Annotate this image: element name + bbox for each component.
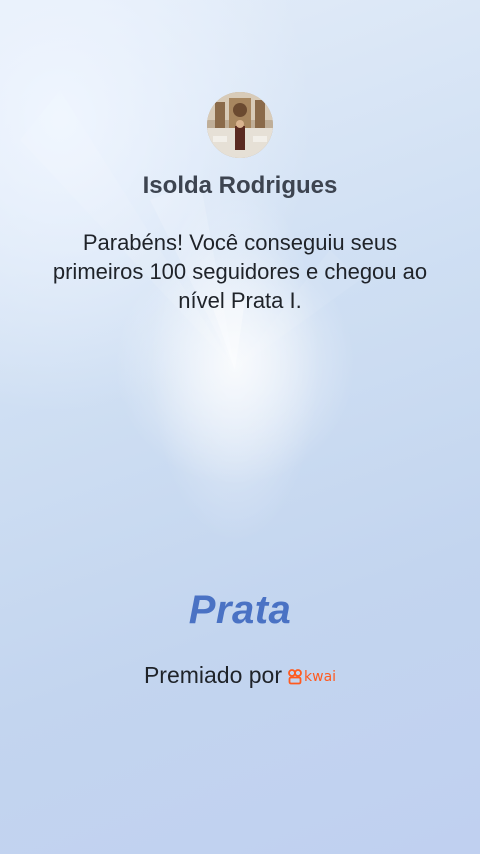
avatar[interactable]	[207, 92, 273, 158]
achievement-message: Parabéns! Você conseguiu seus primeiros …	[52, 230, 428, 313]
kwai-brand-name: kwai	[304, 668, 337, 685]
awarded-by-label: Premiado por	[143, 662, 283, 688]
awarded-by: Premiado por kwai	[0, 662, 480, 689]
achievement-screen: Isolda Rodrigues Parabéns! Você consegui…	[0, 0, 480, 854]
user-name: Isolda Rodrigues	[142, 172, 338, 199]
level-badge-title: Prata	[188, 588, 292, 632]
kwai-logo-icon	[288, 668, 302, 684]
avatar-photo-icon	[207, 92, 273, 158]
kwai-brand: kwai	[288, 669, 336, 685]
